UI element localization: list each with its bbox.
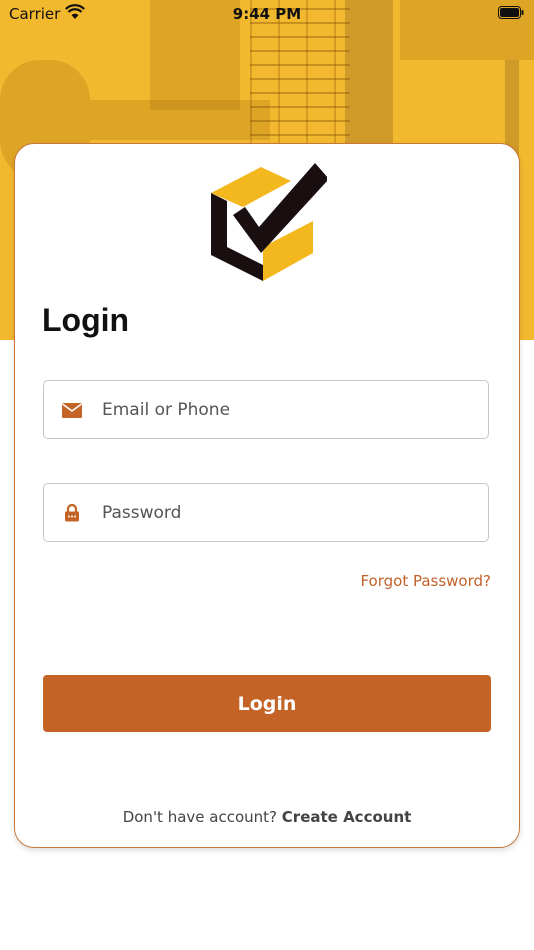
clock: 9:44 PM: [232, 5, 302, 23]
email-field[interactable]: [43, 380, 489, 439]
forgot-password-link[interactable]: Forgot Password?: [360, 572, 491, 590]
create-account-link[interactable]: Create Account: [282, 808, 412, 826]
password-input[interactable]: [102, 484, 472, 541]
email-input[interactable]: [102, 381, 472, 438]
no-account-text: Don't have account?: [122, 808, 278, 826]
page-title: Login: [42, 302, 130, 338]
login-button[interactable]: Login: [43, 675, 491, 732]
password-field[interactable]: [43, 483, 489, 542]
login-card: Login Forgot Password? Login Don't have …: [14, 143, 520, 848]
lock-icon: [65, 503, 79, 522]
status-bar: Carrier 9:44 PM: [0, 0, 534, 28]
signup-prompt: Don't have account? Create Account: [15, 808, 519, 826]
battery-icon: [498, 6, 524, 19]
envelope-icon: [62, 403, 82, 418]
checkmark-box-logo: [211, 163, 327, 281]
